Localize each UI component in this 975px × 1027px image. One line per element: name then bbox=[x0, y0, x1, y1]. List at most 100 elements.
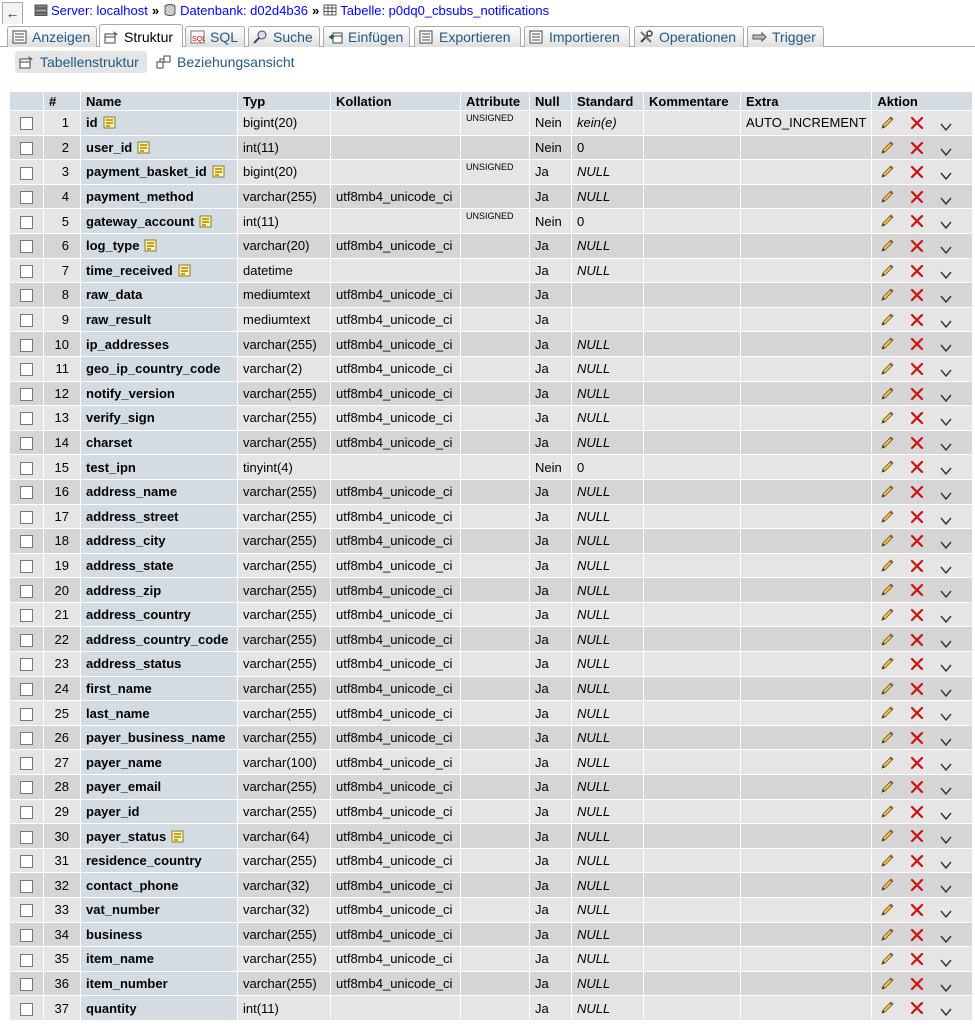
delete-x-icon[interactable] bbox=[909, 336, 925, 352]
table-row[interactable]: 17 address_street varchar(255) utf8mb4_unic… bbox=[10, 504, 973, 529]
table-row[interactable]: 11 geo_ip_country_code varchar(2) utf8mb4_u… bbox=[10, 356, 973, 381]
edit-pencil-icon[interactable] bbox=[879, 681, 895, 697]
more-actions-chevron-icon[interactable] bbox=[940, 316, 952, 328]
column-header[interactable]: Kollation bbox=[331, 92, 460, 110]
column-header[interactable]: Kommentare bbox=[644, 92, 740, 110]
more-actions-chevron-icon[interactable] bbox=[940, 488, 952, 501]
delete-x-icon[interactable] bbox=[909, 189, 925, 205]
more-actions-chevron-icon[interactable] bbox=[940, 709, 952, 722]
table-row[interactable]: 13 verify_sign varchar(255) utf8mb4_unicode… bbox=[10, 406, 973, 430]
delete-x-icon[interactable] bbox=[909, 730, 925, 746]
edit-pencil-icon[interactable] bbox=[879, 263, 895, 279]
row-checkbox[interactable] bbox=[20, 141, 33, 155]
row-checkbox[interactable] bbox=[20, 732, 33, 746]
table-row[interactable]: 23 address_status varchar(255) utf8mb4_unic… bbox=[10, 652, 973, 676]
delete-x-icon[interactable] bbox=[909, 656, 925, 672]
tab-einfuegen[interactable]: Einfügen bbox=[323, 26, 410, 47]
table-row[interactable]: 2 user_id int(11) Nein 0 bbox=[10, 135, 973, 160]
row-checkbox[interactable] bbox=[20, 510, 33, 524]
more-actions-chevron-icon[interactable] bbox=[940, 390, 952, 402]
table-row[interactable]: 16 address_name varchar(255) utf8mb4_unicod… bbox=[10, 479, 973, 504]
column-header[interactable]: Standard bbox=[572, 92, 643, 110]
tab-anzeigen[interactable]: Anzeigen bbox=[7, 26, 97, 47]
more-actions-chevron-icon[interactable] bbox=[940, 463, 952, 476]
row-checkbox[interactable] bbox=[20, 855, 33, 869]
table-row[interactable]: 5 gateway_account int(11) UNSIGNED Nein 0 bbox=[10, 209, 973, 233]
more-actions-chevron-icon[interactable] bbox=[940, 636, 952, 648]
row-checkbox[interactable] bbox=[20, 535, 33, 549]
more-actions-chevron-icon[interactable] bbox=[940, 267, 952, 279]
edit-pencil-icon[interactable] bbox=[879, 287, 895, 303]
edit-pencil-icon[interactable] bbox=[879, 533, 895, 549]
table-row[interactable]: 37 quantity int(11) Ja NULL bbox=[10, 996, 973, 1020]
edit-pencil-icon[interactable] bbox=[879, 238, 895, 254]
more-actions-chevron-icon[interactable] bbox=[940, 759, 952, 771]
edit-pencil-icon[interactable] bbox=[879, 902, 895, 918]
edit-pencil-icon[interactable] bbox=[879, 213, 895, 229]
edit-pencil-icon[interactable] bbox=[879, 755, 895, 771]
delete-x-icon[interactable] bbox=[909, 164, 925, 180]
more-actions-chevron-icon[interactable] bbox=[940, 808, 952, 820]
tab-suche[interactable]: Suche bbox=[248, 26, 320, 47]
edit-pencil-icon[interactable] bbox=[879, 140, 895, 156]
edit-pencil-icon[interactable] bbox=[879, 336, 895, 352]
row-checkbox[interactable] bbox=[20, 633, 33, 647]
delete-x-icon[interactable] bbox=[909, 459, 925, 475]
more-actions-chevron-icon[interactable] bbox=[940, 340, 952, 353]
delete-x-icon[interactable] bbox=[909, 976, 925, 992]
edit-pencil-icon[interactable] bbox=[879, 705, 895, 721]
edit-pencil-icon[interactable] bbox=[879, 853, 895, 869]
table-row[interactable]: 29 payer_id varchar(255) utf8mb4_unicode_ci… bbox=[10, 799, 973, 824]
more-actions-chevron-icon[interactable] bbox=[940, 881, 952, 894]
more-actions-chevron-icon[interactable] bbox=[940, 857, 952, 869]
more-actions-chevron-icon[interactable] bbox=[940, 931, 952, 943]
more-actions-chevron-icon[interactable] bbox=[940, 144, 952, 156]
column-header[interactable]: Extra bbox=[741, 92, 872, 110]
table-row[interactable]: 4 payment_method varchar(255) utf8mb4_unico… bbox=[10, 184, 973, 209]
delete-x-icon[interactable] bbox=[909, 312, 925, 328]
row-checkbox[interactable] bbox=[20, 363, 33, 377]
table-row[interactable]: 31 residence_country varchar(255) utf8mb4_u… bbox=[10, 848, 973, 873]
more-actions-chevron-icon[interactable] bbox=[940, 906, 952, 919]
row-checkbox[interactable] bbox=[20, 830, 33, 844]
tab-importieren[interactable]: Importieren bbox=[524, 26, 630, 47]
delete-x-icon[interactable] bbox=[909, 902, 925, 918]
table-row[interactable]: 8 raw_data mediumtext utf8mb4_unicode_ci Ja bbox=[10, 283, 973, 307]
delete-x-icon[interactable] bbox=[909, 828, 925, 844]
tab-operationen[interactable]: Operationen bbox=[634, 26, 744, 47]
edit-pencil-icon[interactable] bbox=[879, 582, 895, 598]
edit-pencil-icon[interactable] bbox=[879, 607, 895, 623]
more-actions-chevron-icon[interactable] bbox=[940, 980, 952, 992]
row-checkbox[interactable] bbox=[20, 682, 33, 696]
delete-x-icon[interactable] bbox=[909, 386, 925, 402]
row-checkbox[interactable] bbox=[20, 412, 33, 426]
row-checkbox[interactable] bbox=[20, 314, 33, 328]
delete-x-icon[interactable] bbox=[909, 755, 925, 771]
edit-pencil-icon[interactable] bbox=[879, 927, 895, 943]
edit-pencil-icon[interactable] bbox=[879, 828, 895, 844]
row-checkbox[interactable] bbox=[20, 264, 33, 278]
row-checkbox[interactable] bbox=[20, 879, 33, 893]
row-checkbox[interactable] bbox=[20, 953, 33, 967]
delete-x-icon[interactable] bbox=[909, 681, 925, 697]
table-row[interactable]: 20 address_zip varchar(255) utf8mb4_unicode… bbox=[10, 578, 973, 602]
edit-pencil-icon[interactable] bbox=[879, 435, 895, 451]
row-checkbox[interactable] bbox=[20, 461, 33, 475]
delete-x-icon[interactable] bbox=[909, 607, 925, 623]
delete-x-icon[interactable] bbox=[909, 779, 925, 795]
more-actions-chevron-icon[interactable] bbox=[940, 562, 952, 574]
more-actions-chevron-icon[interactable] bbox=[940, 586, 952, 599]
more-actions-chevron-icon[interactable] bbox=[940, 513, 952, 525]
table-row[interactable]: 7 time_received datetime Ja NULL bbox=[10, 258, 973, 283]
column-header[interactable]: Attribute bbox=[461, 92, 529, 110]
edit-pencil-icon[interactable] bbox=[879, 361, 895, 377]
edit-pencil-icon[interactable] bbox=[879, 1000, 895, 1016]
column-header[interactable]: Null bbox=[530, 92, 571, 110]
delete-x-icon[interactable] bbox=[909, 115, 925, 131]
table-row[interactable]: 18 address_city varchar(255) utf8mb4_unicod… bbox=[10, 529, 973, 553]
row-checkbox[interactable] bbox=[20, 707, 33, 721]
tab-sql[interactable]: SQL SQL bbox=[185, 26, 245, 47]
edit-pencil-icon[interactable] bbox=[879, 632, 895, 648]
row-checkbox[interactable] bbox=[20, 584, 33, 598]
delete-x-icon[interactable] bbox=[909, 484, 925, 500]
